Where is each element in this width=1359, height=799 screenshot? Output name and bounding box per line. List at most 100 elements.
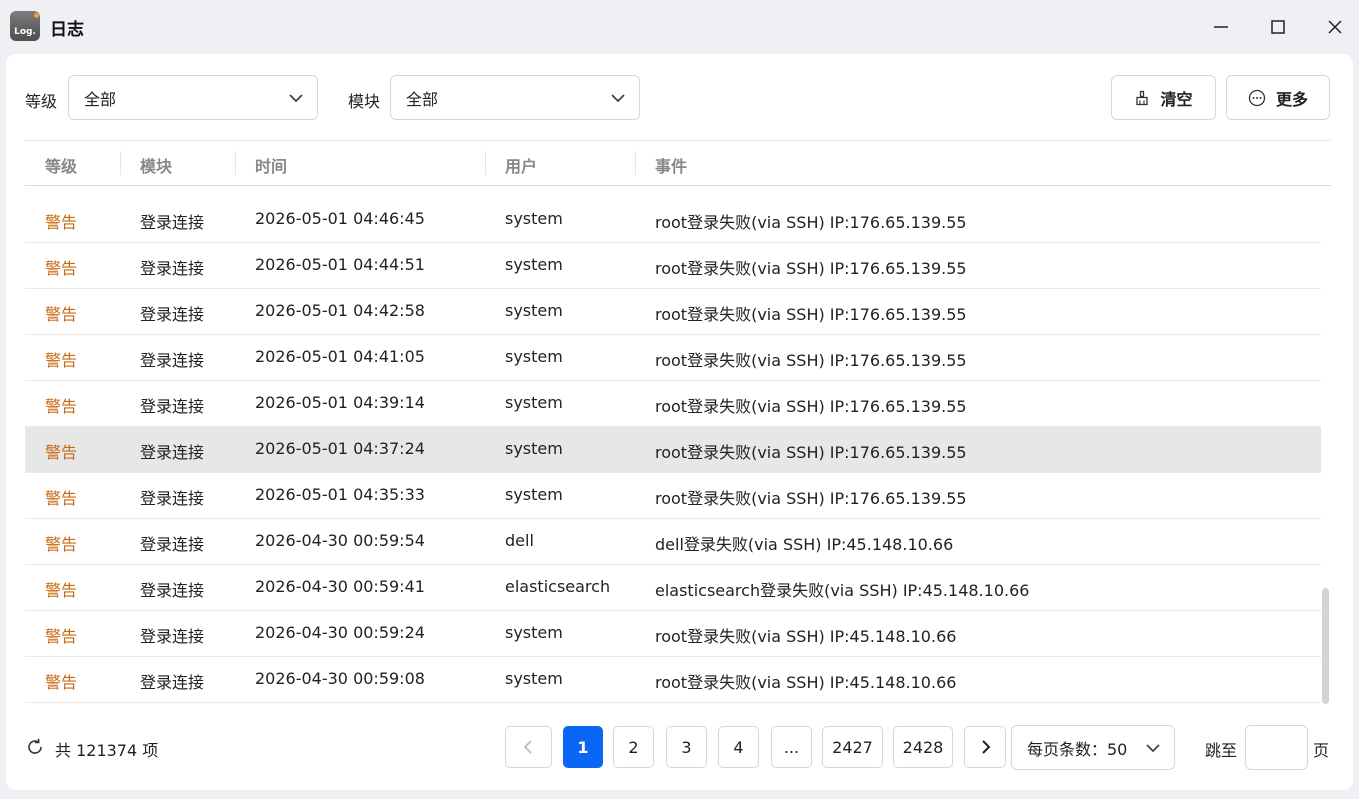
table-row[interactable]: 警告 登录连接 2026-05-01 04:42:58 system root登录失败(… <box>25 289 1321 335</box>
more-dots-icon <box>1248 89 1266 106</box>
log-panel: 等级 全部 模块 全部 清空 更多 等级 模块 时间 用户 事件 警告 登录连接… <box>6 54 1353 790</box>
jump-label: 跳至 <box>1205 741 1238 760</box>
cell-module: 登录连接 <box>140 443 205 462</box>
cell-event: elasticsearch登录失败(via SSH) IP:45.148.10.… <box>655 581 1030 600</box>
cell-module: 登录连接 <box>140 213 205 232</box>
cell-user: system <box>505 669 563 688</box>
page-ellipsis-button[interactable]: ... <box>771 726 812 768</box>
cell-module: 登录连接 <box>140 535 205 554</box>
next-page-button[interactable] <box>964 726 1006 768</box>
cell-level: 警告 <box>45 489 78 508</box>
cell-module: 登录连接 <box>140 397 205 416</box>
page-button[interactable]: 2 <box>613 726 654 768</box>
cell-user: system <box>505 347 563 366</box>
table-row[interactable]: 警告 登录连接 2026-04-30 00:59:24 system root登录失败(… <box>25 611 1321 657</box>
cell-time: 2026-05-01 04:41:05 <box>255 347 425 366</box>
page-button[interactable]: 2428 <box>893 726 953 768</box>
column-header-user[interactable]: 用户 <box>505 153 537 177</box>
level-filter-select[interactable]: 全部 <box>68 75 318 120</box>
column-divider[interactable] <box>235 151 236 175</box>
cell-event: root登录失败(via SSH) IP:176.65.139.55 <box>655 351 967 370</box>
cell-event: root登录失败(via SSH) IP:45.148.10.66 <box>655 627 957 646</box>
cell-event: dell登录失败(via SSH) IP:45.148.10.66 <box>655 535 954 554</box>
page-button[interactable]: 4 <box>718 726 759 768</box>
column-header-event[interactable]: 事件 <box>655 153 687 177</box>
table-row[interactable]: 警告 登录连接 2026-04-30 00:59:41 elasticsearch el… <box>25 565 1321 611</box>
page-button[interactable]: 3 <box>666 726 707 768</box>
table-row[interactable]: 警告 登录连接 2026-05-01 04:46:45 system root登录失败(… <box>25 197 1321 243</box>
jump-page-input[interactable] <box>1245 725 1308 770</box>
module-filter-select[interactable]: 全部 <box>390 75 640 120</box>
cell-event: root登录失败(via SSH) IP:45.148.10.66 <box>655 673 957 692</box>
maximize-icon[interactable] <box>1263 12 1293 42</box>
app-logo-icon: Log. <box>10 11 40 41</box>
cell-module: 登录连接 <box>140 259 205 278</box>
cell-level: 警告 <box>45 213 78 232</box>
cell-level: 警告 <box>45 397 78 416</box>
cell-event: root登录失败(via SSH) IP:176.65.139.55 <box>655 259 967 278</box>
chevron-left-icon <box>523 740 532 754</box>
cell-level: 警告 <box>45 443 78 462</box>
level-filter-label: 等级 <box>25 92 58 111</box>
chevron-down-icon <box>1146 744 1160 753</box>
prev-page-button[interactable] <box>505 726 552 768</box>
minimize-icon[interactable] <box>1206 12 1236 42</box>
column-header-module[interactable]: 模块 <box>140 153 172 177</box>
page-button[interactable]: 1 <box>563 726 603 768</box>
cell-user: system <box>505 623 563 642</box>
cell-module: 登录连接 <box>140 351 205 370</box>
column-divider[interactable] <box>120 151 121 175</box>
vertical-scrollbar[interactable] <box>1322 588 1329 704</box>
cell-level: 警告 <box>45 581 78 600</box>
cell-time: 2026-05-01 04:39:14 <box>255 393 425 412</box>
table-row[interactable]: 警告 登录连接 2026-05-01 04:35:33 system root登录失败(… <box>25 473 1321 519</box>
clear-button[interactable]: 清空 <box>1111 75 1216 120</box>
page-button[interactable]: 2427 <box>822 726 883 768</box>
refresh-icon[interactable] <box>25 737 45 757</box>
more-button-label: 更多 <box>1275 89 1308 109</box>
jump-suffix: 页 <box>1313 741 1330 760</box>
cell-event: root登录失败(via SSH) IP:176.65.139.55 <box>655 397 967 416</box>
level-filter-value: 全部 <box>84 89 117 109</box>
column-divider[interactable] <box>485 151 486 175</box>
table-header: 等级 模块 时间 用户 事件 <box>25 141 1331 186</box>
cell-module: 登录连接 <box>140 305 205 324</box>
cell-event: root登录失败(via SSH) IP:176.65.139.55 <box>655 443 967 462</box>
cell-event: root登录失败(via SSH) IP:176.65.139.55 <box>655 213 967 232</box>
cell-level: 警告 <box>45 673 78 692</box>
cell-time: 2026-04-30 00:59:08 <box>255 669 425 688</box>
page-size-select[interactable]: 每页条数：50 <box>1011 725 1175 770</box>
cell-user: system <box>505 439 563 458</box>
cell-level: 警告 <box>45 351 78 370</box>
table-row[interactable]: 警告 登录连接 2026-04-30 00:59:54 dell dell登录失败(vi… <box>25 519 1321 565</box>
table-row[interactable]: 警告 登录连接 2026-04-30 00:59:08 system root登录失败(… <box>25 657 1321 703</box>
cell-time: 2026-05-01 04:35:33 <box>255 485 425 504</box>
cell-level: 警告 <box>45 259 78 278</box>
column-header-time[interactable]: 时间 <box>255 153 287 177</box>
table-row[interactable]: 警告 登录连接 2026-05-01 04:41:05 system root登录失败(… <box>25 335 1321 381</box>
cell-user: elasticsearch <box>505 577 611 596</box>
chevron-right-icon <box>982 740 991 754</box>
broom-icon <box>1136 90 1149 105</box>
module-filter-value: 全部 <box>406 89 439 109</box>
clear-button-label: 清空 <box>1160 89 1193 109</box>
cell-user: system <box>505 485 563 504</box>
cell-user: dell <box>505 531 534 550</box>
cell-time: 2026-04-30 00:59:24 <box>255 623 425 642</box>
title-bar: Log. 日志 <box>0 0 1359 54</box>
cell-level: 警告 <box>45 627 78 646</box>
column-header-level[interactable]: 等级 <box>45 153 77 177</box>
cell-time: 2026-05-01 04:37:24 <box>255 439 425 458</box>
table-body: 警告 登录连接 2026-05-01 04:46:45 system root登录失败(… <box>25 197 1321 703</box>
cell-time: 2026-04-30 00:59:41 <box>255 577 425 596</box>
cell-module: 登录连接 <box>140 673 205 692</box>
close-icon[interactable] <box>1320 12 1350 42</box>
cell-event: root登录失败(via SSH) IP:176.65.139.55 <box>655 305 967 324</box>
table-row[interactable]: 警告 登录连接 2026-05-01 04:37:24 system root登录失败(… <box>25 427 1321 473</box>
more-button[interactable]: 更多 <box>1226 75 1330 120</box>
chevron-down-icon <box>611 94 625 103</box>
cell-user: system <box>505 255 563 274</box>
table-row[interactable]: 警告 登录连接 2026-05-01 04:39:14 system root登录失败(… <box>25 381 1321 427</box>
column-divider[interactable] <box>635 151 636 175</box>
table-row[interactable]: 警告 登录连接 2026-05-01 04:44:51 system root登录失败(… <box>25 243 1321 289</box>
